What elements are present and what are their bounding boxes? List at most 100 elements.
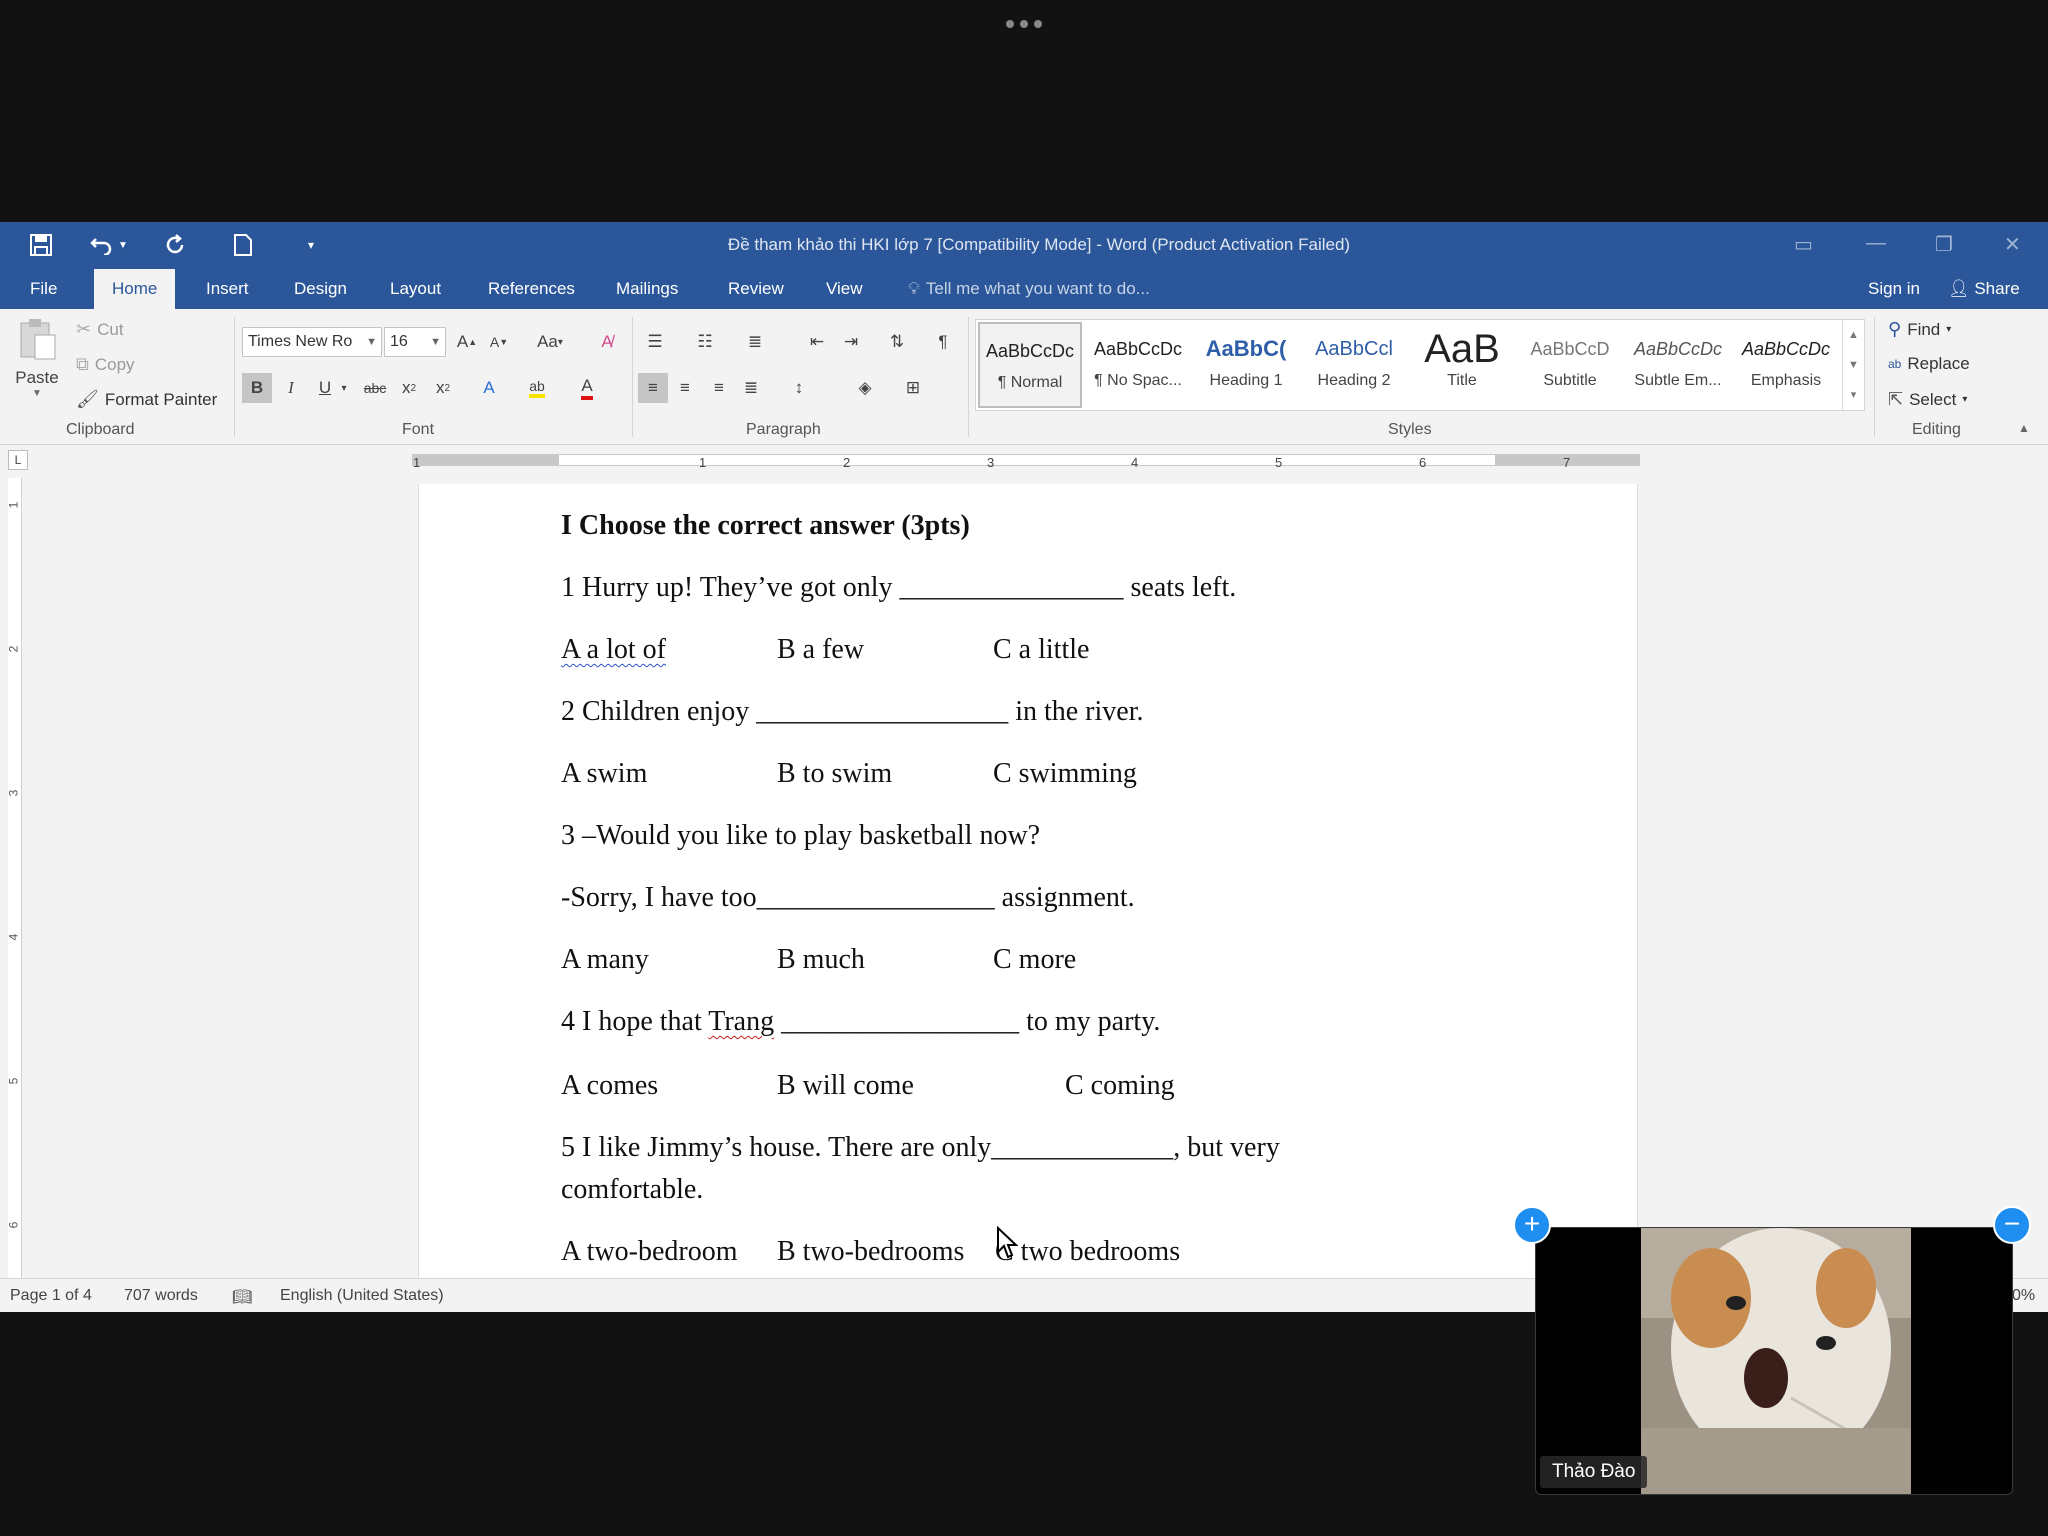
copy-button[interactable]: ⧉ Copy — [76, 354, 135, 375]
participant-name: Thảo Đào — [1540, 1456, 1648, 1488]
line-spacing-icon[interactable]: ↕ — [784, 373, 814, 403]
proofing-icon[interactable]: 📖︎ — [232, 1287, 252, 1307]
q2-option-b: B to swim — [777, 758, 893, 789]
ruler-bar: 1 1 2 3 4 5 6 7 — [0, 446, 2048, 472]
subscript-button[interactable]: x2 — [394, 373, 424, 403]
format-painter-button[interactable]: 🖌︎ Format Painter — [76, 389, 217, 410]
document-page[interactable]: I Choose the correct answer (3pts) 1 Hur… — [418, 484, 1638, 1300]
gallery-scroll-up-icon[interactable]: ▲ — [1843, 320, 1864, 350]
q5-option-a: A two-bedroom — [561, 1236, 738, 1267]
ribbon-home: Paste ▼ ✂ Cut ⧉ Copy 🖌︎ Format Painter Clip… — [0, 309, 2048, 445]
collapse-ribbon-icon[interactable]: ▲ — [2018, 421, 2030, 435]
align-left-icon[interactable]: ≡ — [638, 373, 668, 403]
add-video-button[interactable]: + — [1513, 1206, 1551, 1244]
text-effects-icon[interactable]: A — [474, 373, 504, 403]
cut-button[interactable]: ✂ Cut — [76, 319, 124, 340]
tab-mailings[interactable]: Mailings — [612, 269, 682, 309]
paste-button[interactable]: Paste ▼ — [12, 317, 62, 407]
title-bar: ▼ ▾ Đề tham khảo thi HKI lớp 7 [Compatib… — [0, 222, 2048, 269]
question-1: 1 Hurry up! They’ve got only ___________… — [561, 572, 1237, 603]
sign-in-link[interactable]: Sign in — [1864, 269, 1924, 309]
vertical-ruler[interactable]: 1 2 3 4 5 6 — [6, 478, 22, 1290]
multilevel-list-icon[interactable]: ≣ — [740, 327, 770, 357]
align-center-icon[interactable]: ≡ — [670, 373, 700, 403]
tab-design[interactable]: Design — [290, 269, 351, 309]
q1-option-b: B a few — [777, 634, 865, 665]
lightbulb-icon: 💡︎ — [908, 279, 920, 298]
word-window: ▼ ▾ Đề tham khảo thi HKI lớp 7 [Compatib… — [0, 222, 2048, 1312]
style-normal[interactable]: AaBbCcDc ¶ Normal — [978, 322, 1082, 408]
find-button[interactable]: ⚲ Find ▾ — [1888, 319, 1951, 340]
tab-layout[interactable]: Layout — [386, 269, 445, 309]
gallery-more-icon[interactable]: ▾ — [1843, 380, 1864, 410]
q4-option-a: A comes — [561, 1070, 659, 1101]
question-3-reply: -Sorry, I have too_________________ assi… — [561, 882, 1135, 913]
replace-icon: ab — [1888, 357, 1902, 371]
numbering-icon[interactable]: ☷ — [690, 327, 720, 357]
bold-button[interactable]: B — [242, 373, 272, 403]
underline-dropdown-icon[interactable]: ▾ — [336, 373, 352, 403]
sort-icon[interactable]: ⇅ — [882, 327, 912, 357]
minimize-icon[interactable]: — — [1866, 232, 1886, 255]
styles-group-label: Styles — [1388, 421, 1432, 438]
font-color-icon[interactable]: A — [572, 373, 602, 403]
highlight-icon[interactable]: ab — [522, 373, 552, 403]
italic-button[interactable]: I — [276, 373, 306, 403]
font-size-combo[interactable]: 16 ▼ — [384, 327, 446, 357]
select-button[interactable]: ⇱ Select ▾ — [1888, 389, 1967, 410]
tab-selector[interactable]: L — [8, 450, 28, 470]
style-title[interactable]: AaB Title — [1410, 322, 1514, 408]
language[interactable]: English (United States) — [280, 1287, 444, 1305]
minimize-video-button[interactable]: − — [1993, 1206, 2031, 1244]
style-heading-1[interactable]: AaBbC(Heading 1 — [1194, 322, 1298, 408]
style-subtitle[interactable]: AaBbCcD Subtitle — [1518, 322, 1622, 408]
tab-file[interactable]: File — [26, 269, 61, 309]
font-name-combo[interactable]: Times New Ro ▼ — [242, 327, 382, 357]
editing-group-label: Editing — [1912, 421, 1961, 438]
tab-review[interactable]: Review — [724, 269, 788, 309]
justify-icon[interactable]: ≣ — [736, 373, 766, 403]
decrease-indent-icon[interactable]: ⇤ — [802, 327, 832, 357]
style-subtle-emphasis[interactable]: AaBbCcDc Subtle Em... — [1626, 322, 1730, 408]
q4-option-b: B will come — [777, 1070, 914, 1101]
tell-me-placeholder: Tell me what you want to do... — [925, 279, 1150, 298]
tab-view[interactable]: View — [822, 269, 867, 309]
gallery-scroll-down-icon[interactable]: ▼ — [1843, 350, 1864, 380]
close-icon[interactable]: ✕ — [2004, 232, 2021, 257]
grow-font-icon[interactable]: A ▲ — [452, 327, 482, 357]
superscript-button[interactable]: x2 — [428, 373, 458, 403]
video-tile[interactable]: Thảo Đào — [1535, 1227, 2013, 1495]
horizontal-ruler[interactable]: 1 1 2 3 4 5 6 7 — [412, 454, 1640, 470]
q5-option-b: B two-bedrooms — [777, 1236, 965, 1267]
replace-button[interactable]: ab Replace — [1888, 354, 1970, 374]
style-no-spacing[interactable]: AaBbCcDc ¶ No Spac... — [1086, 322, 1190, 408]
style-heading-2[interactable]: AaBbCcl Heading 2 — [1302, 322, 1406, 408]
shading-icon[interactable]: ◈ — [850, 373, 880, 403]
show-formatting-icon[interactable]: ¶ — [928, 327, 958, 357]
strikethrough-button[interactable]: abc — [360, 373, 390, 403]
word-count[interactable]: 707 words — [124, 1287, 198, 1305]
paintbrush-icon: 🖌︎ — [76, 389, 99, 409]
increase-indent-icon[interactable]: ⇥ — [836, 327, 866, 357]
q2-option-a: A swim — [561, 758, 648, 789]
clipboard-group-label: Clipboard — [66, 421, 135, 438]
align-right-icon[interactable]: ≡ — [704, 373, 734, 403]
ribbon-display-options-icon[interactable]: ▭ — [1794, 232, 1813, 257]
change-case-button[interactable]: Aa ▾ — [528, 327, 572, 357]
q3-option-a: A many — [561, 944, 649, 975]
borders-icon[interactable]: ⊞ — [898, 373, 928, 403]
share-button[interactable]: 👤︎ Share — [1944, 269, 2024, 309]
clear-formatting-icon[interactable]: A̸ — [592, 327, 622, 357]
bullets-icon[interactable]: ☰ — [640, 327, 670, 357]
tab-home[interactable]: Home — [94, 269, 176, 309]
tell-me-search[interactable]: 💡︎ Tell me what you want to do... — [908, 269, 1150, 309]
shrink-font-icon[interactable]: A ▼ — [484, 327, 514, 357]
tab-references[interactable]: References — [484, 269, 579, 309]
restore-icon[interactable]: ❐ — [1935, 232, 1953, 257]
tab-insert[interactable]: Insert — [202, 269, 253, 309]
page-count[interactable]: Page 1 of 4 — [10, 1287, 92, 1305]
zoom-level[interactable]: 0% — [2012, 1287, 2035, 1305]
more-options-icon[interactable] — [1000, 14, 1048, 34]
style-emphasis[interactable]: AaBbCcDc Emphasis — [1734, 322, 1838, 408]
question-5-cont: comfortable. — [561, 1174, 704, 1205]
